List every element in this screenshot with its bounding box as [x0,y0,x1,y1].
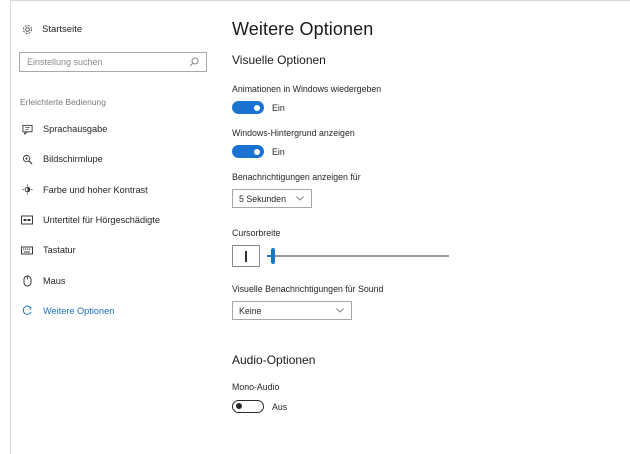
visual-sound-dropdown[interactable]: Keine [232,301,352,320]
sidebar-item-label: Sprachausgabe [43,124,108,135]
sidebar-item-narrator[interactable]: Sprachausgabe [20,114,220,144]
visual-options-heading: Visuelle Optionen [232,53,326,67]
sidebar-item-closed-captions[interactable]: Untertitel für Hörgeschädigte [20,205,220,235]
keyboard-icon [20,246,34,255]
gear-icon [20,24,34,35]
dropdown-value: 5 Sekunden [239,193,286,204]
sidebar-item-label: Maus [43,275,66,286]
cursor-width-slider-thumb[interactable] [270,248,275,264]
dropdown-value: Keine [239,305,262,316]
visual-sound-label: Visuelle Benachrichtigungen für Sound [232,284,384,294]
background-state: Ein [272,146,285,157]
magnifier-icon [20,154,34,165]
notifications-label: Benachrichtigungen anzeigen für [232,172,361,182]
cursor-preview-bar [245,251,247,262]
chevron-down-icon [335,308,345,313]
settings-window: Startseite Einstellung suchen Erleichter… [0,0,630,454]
other-options-icon [20,305,34,316]
sidebar-item-other-options[interactable]: Weitere Optionen [20,296,220,326]
animations-toggle-row: Ein [232,101,285,114]
cursor-preview [232,245,260,267]
section-label: Erleichterte Bedienung [20,97,107,107]
sidebar-item-high-contrast[interactable]: Farbe und hoher Kontrast [20,175,220,205]
sidebar-item-magnifier[interactable]: Bildschirmlupe [20,144,220,174]
sidebar-item-keyboard[interactable]: Tastatur [20,235,220,265]
sidebar-item-label: Tastatur [43,245,76,256]
cursor-width-slider-track[interactable] [267,255,449,257]
toggle-knob [254,148,260,155]
high-contrast-icon [20,184,34,195]
search-placeholder: Einstellung suchen [27,57,103,67]
search-icon[interactable] [189,57,199,67]
mono-audio-state: Aus [272,401,288,412]
sidebar-item-label: Untertitel für Hörgeschädigte [43,215,160,226]
background-label: Windows-Hintergrund anzeigen [232,128,355,138]
notifications-duration-dropdown[interactable]: 5 Sekunden [232,189,312,208]
sidebar-item-label: Weitere Optionen [43,305,115,316]
background-toggle-row: Ein [232,145,285,158]
search-input[interactable]: Einstellung suchen [19,52,207,72]
narrator-icon [20,124,34,135]
audio-options-heading: Audio-Optionen [232,353,316,367]
cursor-width-label: Cursorbreite [232,228,281,238]
mono-audio-label: Mono-Audio [232,382,280,392]
page-title: Weitere Optionen [232,19,374,39]
main-content: Weitere Optionen Visuelle Optionen Anima… [232,0,622,454]
toggle-knob [254,104,260,111]
sidebar-nav: Sprachausgabe Bildschirmlupe Farbe und h… [20,114,220,326]
animations-state: Ein [272,102,285,113]
sidebar-item-mouse[interactable]: Maus [20,265,220,295]
mouse-icon [20,275,34,287]
animations-label: Animationen in Windows wiedergeben [232,84,382,94]
sidebar: Startseite Einstellung suchen Erleichter… [11,0,221,454]
closed-captions-icon [20,215,34,225]
home-label: Startseite [42,24,83,35]
toggle-knob [236,403,242,409]
sidebar-item-label: Farbe und hoher Kontrast [43,184,148,195]
sidebar-item-label: Bildschirmlupe [43,154,103,165]
cursor-width-control [232,245,462,267]
animations-toggle[interactable] [232,101,264,114]
background-toggle[interactable] [232,145,264,158]
mono-audio-toggle[interactable] [232,400,264,413]
mono-audio-toggle-row: Aus [232,400,287,413]
chevron-down-icon [295,196,305,201]
home-link[interactable]: Startseite [20,24,82,35]
